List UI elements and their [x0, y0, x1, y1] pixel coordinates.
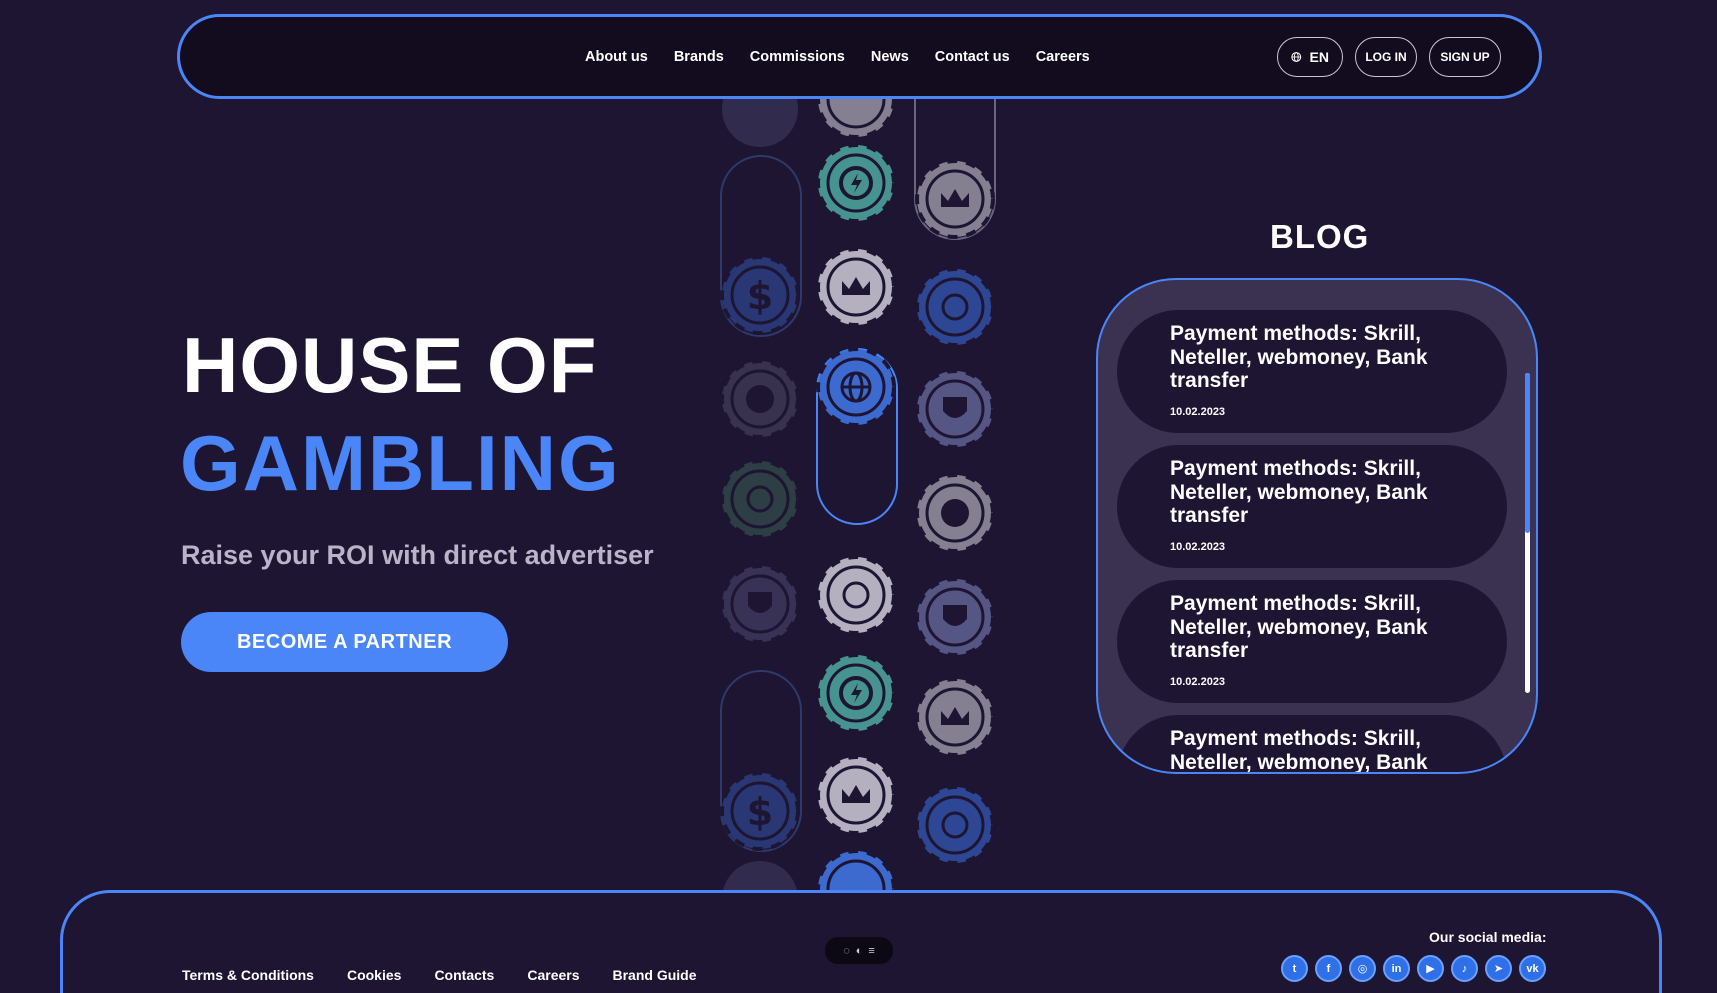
- football-chip-icon: [915, 473, 995, 553]
- blog-post-date: 10.02.2023: [1170, 406, 1226, 418]
- globe-chip-icon: [816, 849, 896, 891]
- footer-link-terms[interactable]: Terms & Conditions: [182, 967, 314, 983]
- shield-chip-icon: [722, 99, 798, 147]
- toggle-icon[interactable]: ◐: [856, 945, 863, 957]
- youtube-icon[interactable]: ▶: [1417, 955, 1444, 982]
- hero-title-line2: GAMBLING: [180, 419, 621, 507]
- crown-chip-icon: [915, 677, 995, 757]
- telegram-icon[interactable]: ➤: [1485, 955, 1512, 982]
- stopwatch-chip-icon: [816, 653, 896, 733]
- footer-links: Terms & Conditions Cookies Contacts Care…: [182, 967, 730, 983]
- blog-panel: Payment methods: Skrill, Neteller, webmo…: [1096, 278, 1538, 774]
- blog-post-card[interactable]: Payment methods: Skrill, Neteller, webmo…: [1117, 715, 1507, 774]
- crown-chip-icon: [816, 247, 896, 327]
- blog-post-title: Payment methods: Skrill, Neteller, webmo…: [1170, 322, 1428, 393]
- blog-scrollbar-thumb[interactable]: [1525, 373, 1530, 533]
- nav-about-us[interactable]: About us: [585, 49, 648, 65]
- casino-chips-illustration: $ $: [720, 99, 996, 891]
- hero-subtitle: Raise your ROI with direct advertiser: [181, 540, 654, 570]
- blog-post-date: 10.02.2023: [1170, 676, 1226, 688]
- svg-text:$: $: [747, 790, 773, 834]
- vk-icon[interactable]: vk: [1519, 955, 1546, 982]
- footer-link-contacts[interactable]: Contacts: [434, 967, 494, 983]
- nav-contact-us[interactable]: Contact us: [935, 49, 1010, 65]
- dollar-chip-icon: $: [720, 255, 800, 335]
- footer-link-brand-guide[interactable]: Brand Guide: [613, 967, 697, 983]
- comment-icon[interactable]: ◌: [843, 945, 850, 957]
- shield-chip-icon: [915, 577, 995, 657]
- crown-chip-icon: [816, 755, 896, 835]
- social-icons: t f ◎ in ▶ ♪ ➤ vk: [1281, 955, 1546, 982]
- blog-post-title: Payment methods: Skrill, Neteller, webmo…: [1170, 457, 1428, 528]
- svg-text:$: $: [747, 274, 773, 318]
- main-nav: About us Brands Commissions News Contact…: [585, 17, 1116, 96]
- chip-column-middle: [816, 99, 898, 891]
- nav-brands[interactable]: Brands: [674, 49, 724, 65]
- header-actions: EN LOG IN SIGN UP: [1277, 37, 1501, 77]
- become-partner-button[interactable]: BECOME A PARTNER: [181, 612, 508, 672]
- site-header: About us Brands Commissions News Contact…: [177, 14, 1542, 99]
- footer-link-cookies[interactable]: Cookies: [347, 967, 401, 983]
- tiktok-icon[interactable]: ♪: [1451, 955, 1478, 982]
- logo-chip-icon: [816, 555, 896, 635]
- blog-post-title: Payment methods: Skrill, Neteller, webmo…: [1170, 592, 1428, 663]
- blog-post-card[interactable]: Payment methods: Skrill, Neteller, webmo…: [1117, 580, 1507, 703]
- globe-icon: [1291, 52, 1302, 62]
- nav-careers[interactable]: Careers: [1036, 49, 1090, 65]
- chip-icon: [816, 99, 896, 139]
- login-button[interactable]: LOG IN: [1355, 37, 1417, 77]
- crown-chip-icon: [915, 159, 995, 239]
- floating-toolbar: ◌ ◐ ≡: [825, 937, 893, 964]
- hero-title-line1: HOUSE OF: [182, 321, 598, 409]
- language-button[interactable]: EN: [1277, 37, 1343, 77]
- menu-icon[interactable]: ≡: [868, 945, 874, 957]
- linkedin-icon[interactable]: in: [1383, 955, 1410, 982]
- chip-column-left: $ $: [720, 99, 802, 891]
- logo-chip-icon: [720, 459, 800, 539]
- blog-post-card[interactable]: Payment methods: Skrill, Neteller, webmo…: [1117, 310, 1507, 433]
- social-media-label: Our social media:: [1429, 929, 1547, 945]
- signup-button[interactable]: SIGN UP: [1429, 37, 1501, 77]
- instagram-icon[interactable]: ◎: [1349, 955, 1376, 982]
- blog-post-card[interactable]: Payment methods: Skrill, Neteller, webmo…: [1117, 445, 1507, 568]
- logo-chip-icon: [915, 267, 995, 347]
- language-label: EN: [1309, 49, 1329, 65]
- footer-link-careers[interactable]: Careers: [527, 967, 579, 983]
- globe-chip-icon: [816, 347, 896, 427]
- logo-chip-icon: [915, 785, 995, 865]
- blog-title: BLOG: [1270, 218, 1370, 255]
- nav-news[interactable]: News: [871, 49, 909, 65]
- facebook-icon[interactable]: f: [1315, 955, 1342, 982]
- dollar-chip-icon: $: [720, 771, 800, 851]
- blog-post-date: 10.02.2023: [1170, 541, 1226, 553]
- stopwatch-chip-icon: [816, 143, 896, 223]
- shield-chip-icon: [720, 564, 800, 644]
- shield-chip-icon: [915, 369, 995, 449]
- nav-commissions[interactable]: Commissions: [750, 49, 845, 65]
- chip-column-right: [914, 99, 996, 865]
- chip-columns-decoration: $ $: [700, 99, 1020, 891]
- twitter-icon[interactable]: t: [1281, 955, 1308, 982]
- blog-post-title: Payment methods: Skrill, Neteller, webmo…: [1170, 727, 1428, 774]
- football-chip-icon: [720, 359, 800, 439]
